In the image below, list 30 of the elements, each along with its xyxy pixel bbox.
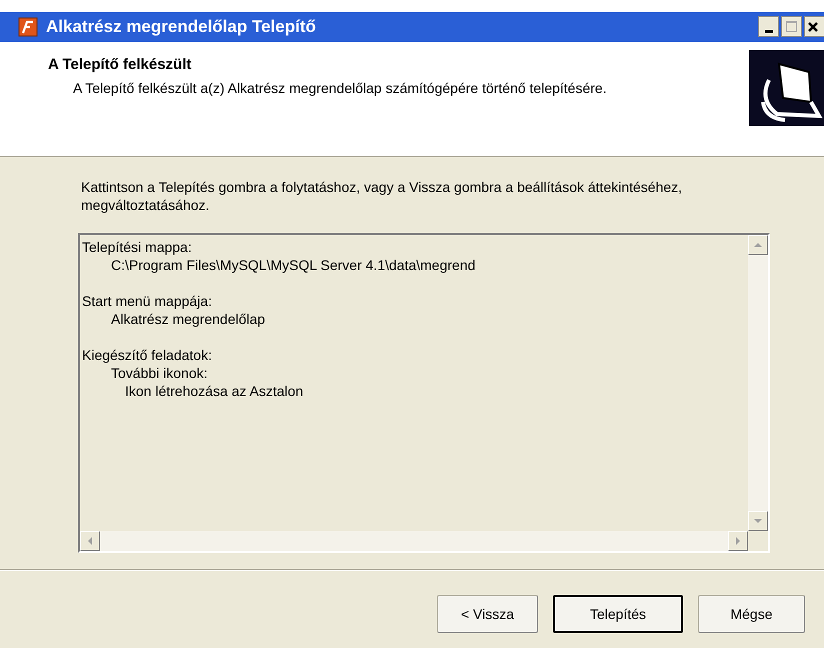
up-arrow-icon [754,243,762,247]
scroll-left-button[interactable] [80,531,100,551]
close-button[interactable] [804,16,824,37]
scroll-up-button[interactable] [748,235,768,255]
close-icon [808,22,818,32]
instruction-text: Kattintson a Telepítés gombra a folytatáshoz, vagy a Vissza gombra a beállítások áttekintéséhez, megváltoztatásához. [81,178,684,214]
left-arrow-icon [88,537,92,545]
summary-heading: Start menü mappája: [82,292,213,310]
summary-value: Ikon létrehozása az Asztalon [124,382,304,400]
minimize-button[interactable] [758,16,779,37]
summary-value: C:\Program Files\MySQL\MySQL Server 4.1\data\megrend [110,256,476,274]
summary-heading: Telepítési mappa: [82,238,193,256]
right-arrow-icon [736,537,740,545]
scroll-down-button[interactable] [748,511,768,531]
vertical-scrollbar[interactable] [748,235,768,531]
summary-heading: Kiegészítő feladatok: [82,346,213,364]
dialog-button[interactable]: Telepítés [553,595,683,633]
app-icon [18,17,38,37]
down-arrow-icon [754,519,762,523]
dialog-button[interactable]: Mégse [698,595,805,633]
maximize-icon [786,21,797,32]
dialog-button[interactable]: < Vissza [437,595,538,633]
summary-value: További ikonok: [110,364,209,382]
minimize-icon [764,30,772,33]
header-subtitle: A Telepítő felkészült a(z) Alkatrész megrendelőlap számítógépére történő telepítésére. [72,78,608,96]
scroll-right-button[interactable] [728,531,748,551]
window-title: Alkatrész megrendelőlap Telepítő [46,16,317,38]
horizontal-scrollbar[interactable] [80,531,748,551]
header-title: A Telepítő felkészült [48,55,192,75]
summary-value: Alkatrész megrendelőlap [110,310,266,328]
